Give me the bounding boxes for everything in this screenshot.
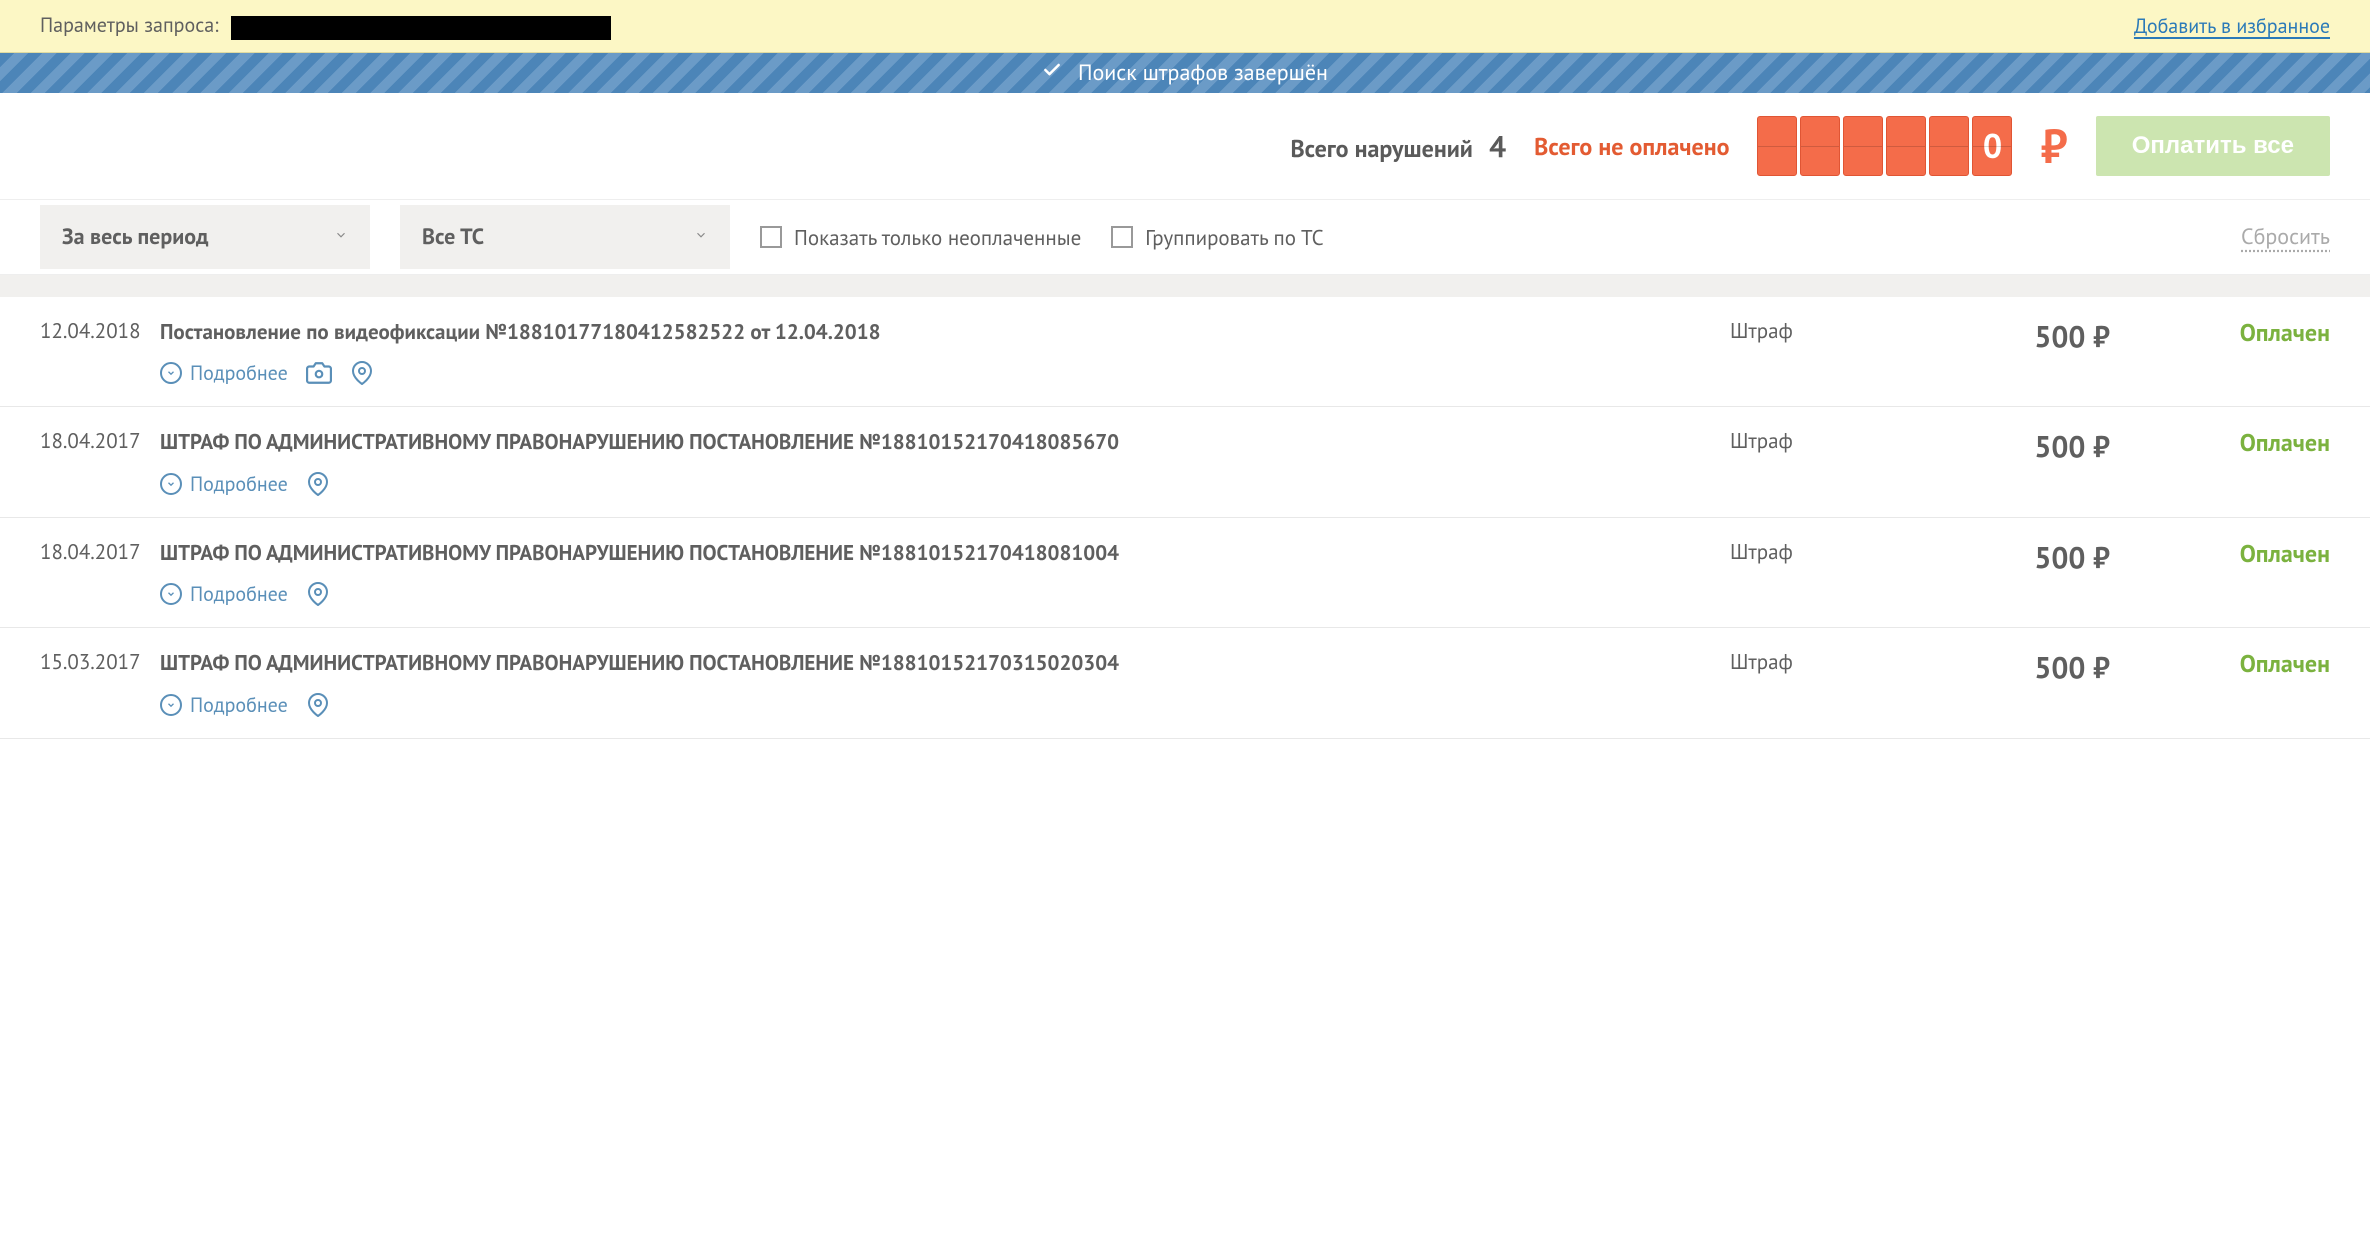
details-link[interactable]: Подробнее bbox=[160, 360, 288, 386]
fine-row: 12.04.2018Постановление по видеофиксации… bbox=[0, 297, 2370, 407]
location-pin-icon[interactable] bbox=[306, 693, 330, 717]
counter-digit bbox=[1757, 116, 1797, 176]
details-link[interactable]: Подробнее bbox=[160, 581, 288, 607]
fine-title: ШТРАФ ПО АДМИНИСТРАТИВНОМУ ПРАВОНАРУШЕНИ… bbox=[160, 538, 1710, 567]
fine-row: 15.03.2017ШТРАФ ПО АДМИНИСТРАТИВНОМУ ПРА… bbox=[0, 628, 2370, 738]
fine-actions: Подробнее bbox=[160, 360, 1710, 386]
vehicle-select[interactable]: Все ТС bbox=[400, 205, 730, 269]
vehicle-value: Все ТС bbox=[422, 223, 484, 251]
fine-status: Оплачен bbox=[2110, 648, 2330, 717]
fine-main: ШТРАФ ПО АДМИНИСТРАТИВНОМУ ПРАВОНАРУШЕНИ… bbox=[160, 648, 1730, 717]
camera-icon[interactable] bbox=[306, 360, 332, 386]
fine-title: ШТРАФ ПО АДМИНИСТРАТИВНОМУ ПРАВОНАРУШЕНИ… bbox=[160, 427, 1710, 456]
fine-main: ШТРАФ ПО АДМИНИСТРАТИВНОМУ ПРАВОНАРУШЕНИ… bbox=[160, 538, 1730, 607]
expand-icon bbox=[160, 694, 182, 716]
fine-row: 18.04.2017ШТРАФ ПО АДМИНИСТРАТИВНОМУ ПРА… bbox=[0, 407, 2370, 517]
chevron-down-icon bbox=[334, 227, 348, 247]
show-unpaid-label: Показать только неоплаченные bbox=[794, 224, 1081, 251]
fine-amount: 500 ₽ bbox=[1930, 427, 2110, 496]
violations-label: Всего нарушений bbox=[1290, 133, 1472, 164]
params-label-text: Параметры запроса: bbox=[40, 12, 219, 38]
details-text: Подробнее bbox=[190, 692, 288, 718]
details-text: Подробнее bbox=[190, 471, 288, 497]
group-by-vehicle-checkbox[interactable]: Группировать по ТС bbox=[1111, 224, 1323, 251]
fine-status: Оплачен bbox=[2110, 317, 2330, 386]
group-by-vehicle-label: Группировать по ТС bbox=[1145, 224, 1323, 251]
total-violations: Всего нарушений 4 bbox=[1290, 127, 1506, 166]
fine-date: 15.03.2017 bbox=[40, 648, 160, 717]
fine-title: Постановление по видеофиксации №18810177… bbox=[160, 317, 1710, 346]
expand-icon bbox=[160, 362, 182, 384]
fine-status: Оплачен bbox=[2110, 538, 2330, 607]
section-gap bbox=[0, 275, 2370, 297]
counter-digit bbox=[1843, 116, 1883, 176]
show-unpaid-checkbox[interactable]: Показать только неоплаченные bbox=[760, 224, 1081, 251]
fine-date: 12.04.2018 bbox=[40, 317, 160, 386]
ruble-icon: ₽ bbox=[2040, 115, 2067, 177]
period-value: За весь период bbox=[62, 223, 209, 251]
checkbox-icon bbox=[760, 226, 782, 248]
expand-icon bbox=[160, 473, 182, 495]
counter-digit: 0 bbox=[1972, 116, 2012, 176]
counter-digit bbox=[1929, 116, 1969, 176]
location-pin-icon[interactable] bbox=[306, 582, 330, 606]
details-link[interactable]: Подробнее bbox=[160, 471, 288, 497]
progress-text: Поиск штрафов завершён bbox=[1078, 59, 1328, 87]
fine-date: 18.04.2017 bbox=[40, 538, 160, 607]
fine-main: ШТРАФ ПО АДМИНИСТРАТИВНОМУ ПРАВОНАРУШЕНИ… bbox=[160, 427, 1730, 496]
fine-actions: Подробнее bbox=[160, 581, 1710, 607]
period-select[interactable]: За весь период bbox=[40, 205, 370, 269]
fine-type: Штраф bbox=[1730, 317, 1930, 386]
unpaid-label: Всего не оплачено bbox=[1534, 131, 1729, 162]
check-icon bbox=[1042, 59, 1062, 87]
query-params-label: Параметры запроса: bbox=[40, 12, 611, 40]
fine-actions: Подробнее bbox=[160, 692, 1710, 718]
reset-filters-link[interactable]: Сбросить bbox=[2241, 223, 2330, 251]
fine-type: Штраф bbox=[1730, 648, 1930, 717]
search-progress-bar: Поиск штрафов завершён bbox=[0, 53, 2370, 93]
counter-digit bbox=[1886, 116, 1926, 176]
fines-list: 12.04.2018Постановление по видеофиксации… bbox=[0, 297, 2370, 739]
summary-bar: Всего нарушений 4 Всего не оплачено 0 ₽ … bbox=[0, 93, 2370, 199]
checkbox-icon bbox=[1111, 226, 1133, 248]
violations-count: 4 bbox=[1489, 127, 1506, 166]
fine-type: Штраф bbox=[1730, 538, 1930, 607]
details-link[interactable]: Подробнее bbox=[160, 692, 288, 718]
details-text: Подробнее bbox=[190, 360, 288, 386]
add-favorite-link[interactable]: Добавить в избранное bbox=[2134, 13, 2330, 39]
location-pin-icon[interactable] bbox=[350, 361, 374, 385]
fine-actions: Подробнее bbox=[160, 471, 1710, 497]
details-text: Подробнее bbox=[190, 581, 288, 607]
pay-all-button[interactable]: Оплатить все bbox=[2096, 116, 2330, 176]
query-params-bar: Параметры запроса: Добавить в избранное bbox=[0, 0, 2370, 53]
filter-bar: За весь период Все ТС Показать только не… bbox=[0, 199, 2370, 275]
fine-amount: 500 ₽ bbox=[1930, 538, 2110, 607]
fine-amount: 500 ₽ bbox=[1930, 317, 2110, 386]
fine-amount: 500 ₽ bbox=[1930, 648, 2110, 717]
expand-icon bbox=[160, 583, 182, 605]
fine-date: 18.04.2017 bbox=[40, 427, 160, 496]
query-value-redacted bbox=[231, 16, 611, 40]
fine-type: Штраф bbox=[1730, 427, 1930, 496]
fine-row: 18.04.2017ШТРАФ ПО АДМИНИСТРАТИВНОМУ ПРА… bbox=[0, 518, 2370, 628]
fine-status: Оплачен bbox=[2110, 427, 2330, 496]
chevron-down-icon bbox=[694, 227, 708, 247]
counter-digit bbox=[1800, 116, 1840, 176]
fine-main: Постановление по видеофиксации №18810177… bbox=[160, 317, 1730, 386]
fine-title: ШТРАФ ПО АДМИНИСТРАТИВНОМУ ПРАВОНАРУШЕНИ… bbox=[160, 648, 1710, 677]
location-pin-icon[interactable] bbox=[306, 472, 330, 496]
unpaid-counter: 0 bbox=[1757, 116, 2012, 176]
